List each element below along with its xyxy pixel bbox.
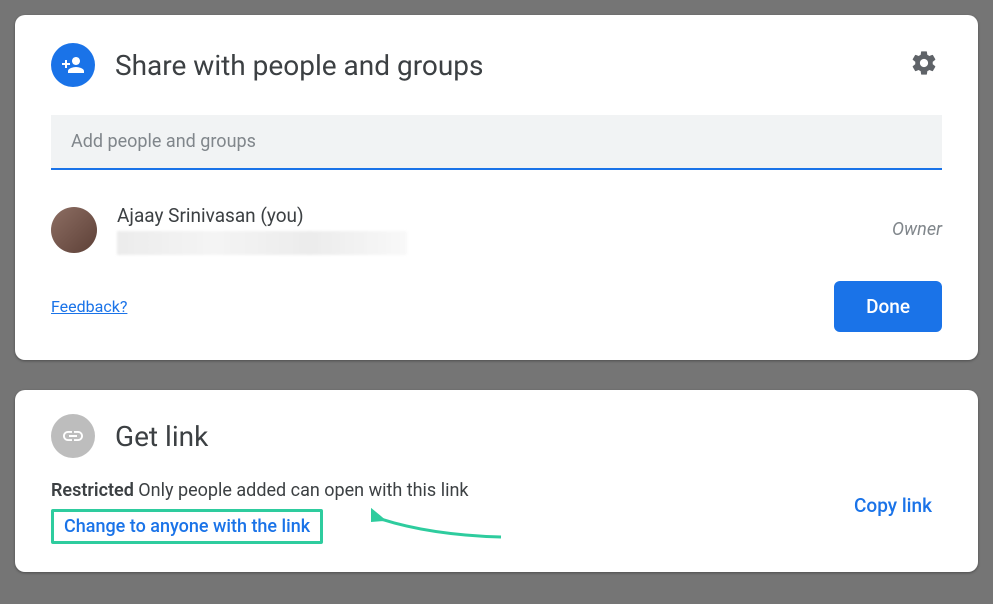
user-name: Ajaay Srinivasan (you) (117, 204, 872, 227)
link-card: Get link Restricted Only people added ca… (15, 390, 978, 572)
link-left: Restricted Only people added can open wi… (51, 480, 844, 544)
link-title: Get link (115, 420, 208, 453)
user-row: Ajaay Srinivasan (you) Owner (51, 194, 942, 263)
arrow-annotation-icon (371, 505, 511, 549)
user-info: Ajaay Srinivasan (you) (117, 204, 872, 255)
done-button[interactable]: Done (834, 281, 942, 332)
share-card: Share with people and groups Ajaay Srini… (15, 15, 978, 360)
user-email-redacted (117, 231, 407, 255)
settings-button[interactable] (906, 45, 942, 85)
share-title: Share with people and groups (115, 49, 886, 82)
user-role: Owner (892, 219, 942, 240)
change-link-wrapper: Change to anyone with the link (51, 509, 323, 544)
restricted-label: Restricted (51, 480, 134, 501)
restricted-desc: Only people added can open with this lin… (134, 480, 469, 501)
add-people-input[interactable] (71, 131, 922, 152)
gear-icon (910, 49, 938, 77)
share-footer: Feedback? Done (51, 281, 942, 332)
feedback-link[interactable]: Feedback? (51, 297, 127, 316)
person-add-icon (51, 43, 95, 87)
link-header: Get link (51, 414, 942, 458)
link-icon (51, 414, 95, 458)
avatar (51, 207, 97, 253)
add-people-input-wrapper[interactable] (51, 115, 942, 170)
link-body: Restricted Only people added can open wi… (51, 480, 942, 544)
change-access-button[interactable]: Change to anyone with the link (51, 509, 323, 544)
copy-link-button[interactable]: Copy link (844, 488, 942, 523)
share-header: Share with people and groups (51, 43, 942, 87)
restricted-row: Restricted Only people added can open wi… (51, 480, 844, 501)
